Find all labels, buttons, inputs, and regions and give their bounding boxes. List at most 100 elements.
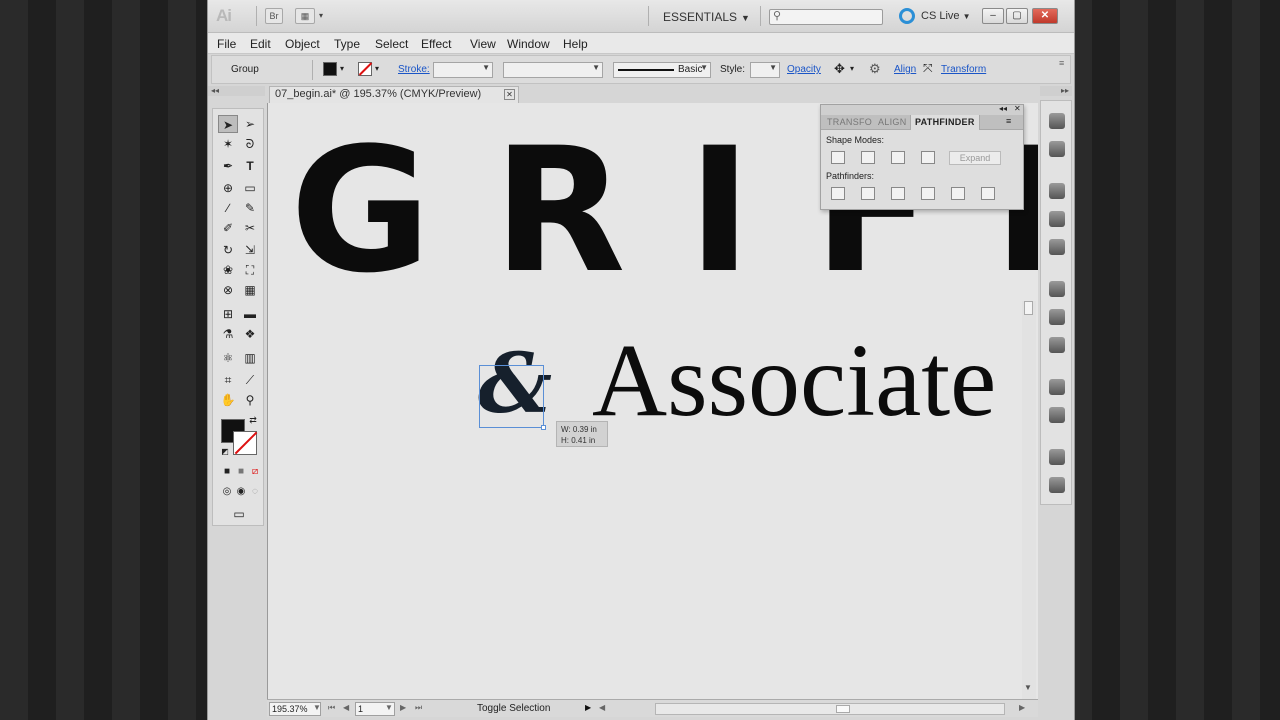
subhead-text[interactable]: Associate (592, 329, 996, 433)
chevron-down-icon[interactable]: ▼ (385, 703, 393, 712)
artboard-tool-icon[interactable]: ⌗ (218, 371, 238, 389)
zoom-tool-icon[interactable]: ⚲ (240, 391, 260, 409)
fill-swatch[interactable] (323, 62, 337, 76)
menu-view[interactable]: View (470, 37, 496, 51)
graphic-styles-icon[interactable] (1049, 407, 1065, 423)
stroke-swatch[interactable] (358, 62, 373, 76)
menu-file[interactable]: File (217, 37, 236, 51)
color-guide-icon[interactable] (1049, 113, 1065, 129)
brush-definition-select[interactable]: Basic ▼ (613, 62, 711, 78)
variable-width-select[interactable]: ▼ (503, 62, 603, 78)
last-artboard-icon[interactable]: ⏭ (415, 703, 422, 713)
selection-bounding-box[interactable] (479, 365, 546, 430)
collapse-panel-icon[interactable]: ◂◂ (999, 104, 1007, 113)
tab-align[interactable]: ALIGN (878, 117, 907, 127)
scroll-thumb[interactable] (1024, 301, 1033, 315)
pencil-tool-icon[interactable]: ✎ (240, 199, 260, 217)
magic-wand-tool-icon[interactable]: ✶ (218, 135, 238, 153)
scroll-thumb[interactable] (836, 705, 850, 713)
gradient-icon[interactable] (1049, 309, 1065, 325)
resize-handle[interactable] (541, 425, 546, 430)
direct-selection-tool-icon[interactable]: ➢ (240, 115, 260, 133)
merge-icon[interactable] (891, 187, 905, 200)
artboards-icon[interactable] (1049, 477, 1065, 493)
status-menu-icon[interactable]: ▶ (585, 703, 591, 712)
arrange-documents-button[interactable]: ▦ (295, 8, 315, 24)
minus-front-icon[interactable] (861, 151, 875, 164)
chevron-down-icon[interactable]: ▾ (850, 64, 854, 73)
vertical-scrollbar[interactable]: ▼ (1022, 301, 1036, 701)
blend-tool-icon[interactable]: ❖ (240, 325, 260, 343)
menu-select[interactable]: Select (375, 37, 408, 51)
line-tool-icon[interactable]: ⊕ (218, 179, 238, 197)
menu-help[interactable]: Help (563, 37, 588, 51)
transform-icon[interactable]: ⤧ (923, 61, 933, 76)
draw-inside-icon[interactable]: ◌ (245, 483, 265, 501)
close-document-button[interactable]: ✕ (504, 89, 515, 100)
bridge-button[interactable]: Br (265, 8, 283, 24)
color-icon[interactable] (1049, 141, 1065, 157)
stroke-weight-select[interactable]: ▼ (433, 62, 493, 78)
outline-icon[interactable] (951, 187, 965, 200)
menu-edit[interactable]: Edit (250, 37, 271, 51)
layers-icon[interactable] (1049, 449, 1065, 465)
stroke-color-box[interactable] (233, 431, 257, 455)
tab-transform[interactable]: TRANSFO (827, 117, 872, 127)
intersect-icon[interactable] (891, 151, 905, 164)
maximize-button[interactable]: ▢ (1006, 8, 1028, 24)
blob-brush-tool-icon[interactable]: ✐ (218, 219, 238, 237)
menu-window[interactable]: Window (507, 37, 550, 51)
cs-live-menu[interactable]: CS Live ▼ (921, 10, 971, 22)
menu-type[interactable]: Type (334, 37, 360, 51)
transform-link[interactable]: Transform (941, 64, 986, 75)
screen-mode-icon[interactable]: ▭ (229, 505, 249, 523)
stroke-panel-link[interactable]: Stroke: (398, 64, 430, 75)
arrange-caret-icon[interactable]: ▾ (319, 11, 323, 20)
previous-artboard-icon[interactable]: ◀ (343, 703, 349, 712)
global-edit-icon[interactable]: ⚙ (869, 61, 881, 77)
transparency-icon[interactable] (1049, 337, 1065, 353)
scissors-tool-icon[interactable]: ✂ (240, 219, 260, 237)
mesh-tool-icon[interactable]: ⊞ (218, 305, 238, 323)
column-graph-tool-icon[interactable]: ▥ (240, 349, 260, 367)
crop-icon[interactable] (921, 187, 935, 200)
divide-icon[interactable] (831, 187, 845, 200)
swap-fill-stroke-icon[interactable]: ⇄ (243, 411, 263, 429)
panel-menu-icon[interactable]: ≡ (1006, 116, 1011, 126)
minimize-button[interactable]: ‒ (982, 8, 1004, 24)
slice-tool-icon[interactable]: ⟋ (240, 371, 260, 389)
perspective-grid-tool-icon[interactable]: ▦ (240, 281, 260, 299)
workspace-switcher[interactable]: ESSENTIALS ▼ (663, 10, 750, 24)
menu-object[interactable]: Object (285, 37, 320, 51)
gradient-tool-icon[interactable]: ▬ (240, 305, 260, 323)
scale-tool-icon[interactable]: ⇲ (240, 241, 260, 259)
horizontal-scrollbar[interactable] (655, 703, 1005, 715)
trim-icon[interactable] (861, 187, 875, 200)
panel-menu-icon[interactable]: ≡ (1059, 58, 1064, 68)
none-mode-icon[interactable]: ⧄ (245, 463, 265, 481)
expand-button[interactable]: Expand (949, 151, 1001, 165)
default-fill-stroke-icon[interactable]: ◩ (215, 443, 235, 461)
paintbrush-tool-icon[interactable]: ∕ (218, 199, 238, 217)
minus-back-icon[interactable] (981, 187, 995, 200)
rectangle-tool-icon[interactable]: ▭ (240, 179, 260, 197)
type-tool-icon[interactable]: T (240, 157, 260, 175)
toolbox-collapse[interactable]: ◂◂ (208, 86, 265, 96)
brushes-icon[interactable] (1049, 211, 1065, 227)
chevron-down-icon[interactable]: ▼ (313, 703, 321, 712)
menu-effect[interactable]: Effect (421, 37, 451, 51)
warp-tool-icon[interactable]: ❀ (218, 261, 238, 279)
scroll-left-arrow-icon[interactable]: ◀ (599, 703, 605, 712)
shape-builder-tool-icon[interactable]: ⊗ (218, 281, 238, 299)
scroll-right-arrow-icon[interactable]: ▶ (1019, 703, 1025, 712)
search-input[interactable]: ⚲ (769, 9, 883, 25)
eyedropper-tool-icon[interactable]: ⚗ (218, 325, 238, 343)
stroke-dropdown-icon[interactable]: ▾ (375, 64, 379, 73)
graphic-style-select[interactable]: ▼ (750, 62, 780, 78)
stroke-icon[interactable] (1049, 281, 1065, 297)
symbols-icon[interactable] (1049, 239, 1065, 255)
scroll-down-arrow-icon[interactable]: ▼ (1024, 683, 1032, 692)
rotate-tool-icon[interactable]: ↻ (218, 241, 238, 259)
swatches-icon[interactable] (1049, 183, 1065, 199)
align-link[interactable]: Align (894, 64, 916, 75)
